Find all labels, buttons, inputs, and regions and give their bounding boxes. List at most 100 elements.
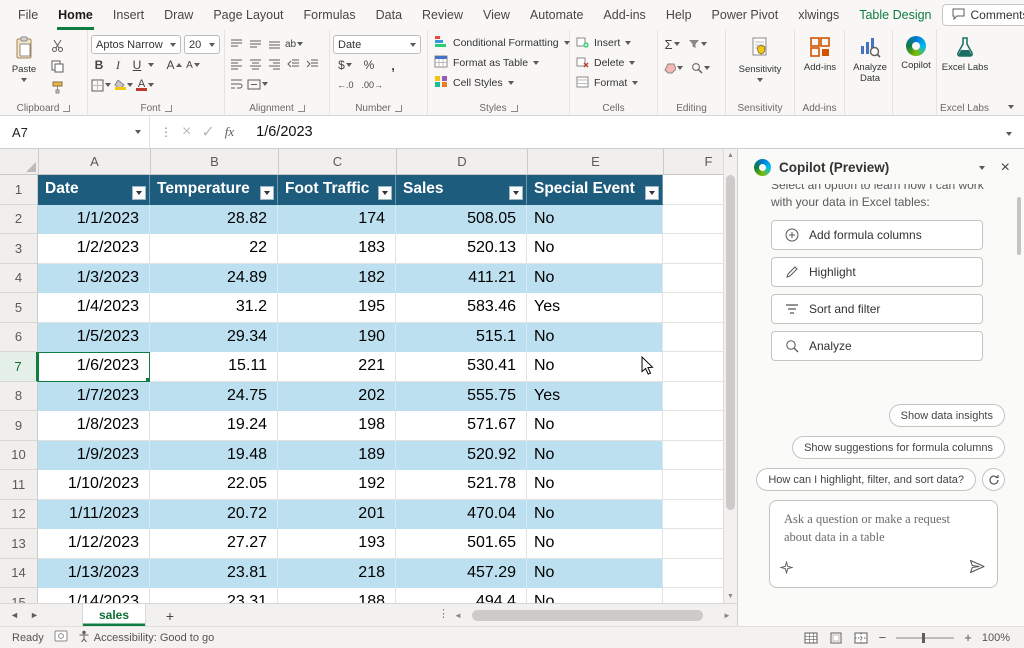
expand-formula-bar-icon[interactable]	[1006, 132, 1012, 136]
table-header-foot-traffic[interactable]: Foot Traffic	[278, 175, 396, 205]
cell-C12[interactable]: 201	[278, 500, 396, 530]
cell-A7[interactable]: 1/6/2023	[38, 352, 150, 382]
cell-D12[interactable]: 470.04	[396, 500, 527, 530]
cell-B2[interactable]: 28.82	[150, 205, 278, 235]
cell-D5[interactable]: 583.46	[396, 293, 527, 323]
align-center-button[interactable]	[247, 55, 263, 73]
zoom-in-button[interactable]: +	[964, 630, 972, 645]
zoom-slider-thumb[interactable]	[922, 633, 925, 643]
row-header-10[interactable]: 10	[0, 441, 38, 471]
scroll-down-icon[interactable]: ▼	[724, 593, 737, 600]
row-header-11[interactable]: 11	[0, 470, 38, 500]
name-box[interactable]: A7	[0, 116, 150, 148]
cell-D2[interactable]: 508.05	[396, 205, 527, 235]
ribbon-tab-view[interactable]: View	[473, 0, 520, 30]
copilot-input-box[interactable]: Ask a question or make a request about d…	[769, 500, 998, 588]
comma-style-button[interactable]: ,	[385, 56, 401, 74]
page-break-view-icon[interactable]	[854, 631, 869, 645]
row-header-13[interactable]: 13	[0, 529, 38, 559]
increase-font-button[interactable]: A	[166, 56, 182, 74]
table-header-sales[interactable]: Sales	[396, 175, 527, 205]
decrease-font-button[interactable]: A	[185, 56, 201, 74]
sensitivity-button[interactable]: Sensitivity	[729, 33, 791, 85]
ribbon-tab-add-ins[interactable]: Add-ins	[593, 0, 655, 30]
tab-bar-grip[interactable]: ⋮	[438, 607, 449, 620]
increase-indent-button[interactable]	[304, 55, 320, 73]
cell-C10[interactable]: 189	[278, 441, 396, 471]
autosum-button[interactable]: Σ	[664, 35, 680, 53]
formula-input[interactable]: 1/6/2023	[244, 124, 1006, 140]
vertical-scrollbar[interactable]: ▲ ▼	[723, 149, 737, 603]
prev-sheet-icon[interactable]: ◄	[10, 604, 19, 626]
row-header-4[interactable]: 4	[0, 264, 38, 294]
comments-button[interactable]: Comments	[942, 4, 1024, 26]
copy-button[interactable]	[49, 57, 65, 75]
vertical-scrollbar-thumb[interactable]	[726, 175, 735, 510]
cell-B13[interactable]: 27.27	[150, 529, 278, 559]
cell-C11[interactable]: 192	[278, 470, 396, 500]
refresh-suggestions-button[interactable]	[982, 468, 1005, 491]
select-all-button[interactable]	[0, 149, 39, 174]
table-header-date[interactable]: Date	[38, 175, 150, 205]
cell-B14[interactable]: 23.81	[150, 559, 278, 589]
send-icon[interactable]	[969, 559, 985, 579]
panel-chevron-down-icon[interactable]	[979, 166, 985, 170]
bold-button[interactable]: B	[91, 56, 107, 74]
cell-C2[interactable]: 174	[278, 205, 396, 235]
cell-C13[interactable]: 193	[278, 529, 396, 559]
cell-E14[interactable]: No	[527, 559, 663, 589]
addins-button[interactable]: Add-ins	[798, 33, 842, 77]
panel-scrollbar-thumb[interactable]	[1017, 197, 1021, 255]
cell-C3[interactable]: 183	[278, 234, 396, 264]
paste-button[interactable]: Paste	[3, 33, 45, 96]
row-header-8[interactable]: 8	[0, 382, 38, 412]
suggestion-highlight-filter-sort[interactable]: How can I highlight, filter, and sort da…	[756, 468, 976, 491]
cell-D8[interactable]: 555.75	[396, 382, 527, 412]
row-header-12[interactable]: 12	[0, 500, 38, 530]
cell-E7[interactable]: No	[527, 352, 663, 382]
macro-record-icon[interactable]	[54, 630, 68, 645]
copilot-ribbon-button[interactable]: Copilot	[896, 33, 936, 75]
cell-B8[interactable]: 24.75	[150, 382, 278, 412]
ribbon-tab-home[interactable]: Home	[48, 0, 103, 30]
cell-D7[interactable]: 530.41	[396, 352, 527, 382]
column-header-E[interactable]: E	[528, 149, 664, 174]
enter-icon[interactable]: ✓	[201, 122, 214, 142]
cell-C4[interactable]: 182	[278, 264, 396, 294]
format-cells-button[interactable]: Format	[576, 73, 654, 93]
option-highlight[interactable]: Highlight	[771, 257, 983, 287]
conditional-formatting-button[interactable]: Conditional Formatting	[434, 33, 566, 53]
column-header-C[interactable]: C	[279, 149, 397, 174]
ribbon-tab-table-design[interactable]: Table Design	[849, 0, 941, 30]
suggestion-show-data-insights[interactable]: Show data insights	[889, 404, 1005, 427]
filter-dropdown-icon[interactable]	[260, 186, 274, 200]
option-sort-and-filter[interactable]: Sort and filter	[771, 294, 983, 324]
cell-E8[interactable]: Yes	[527, 382, 663, 412]
cell-A14[interactable]: 1/13/2023	[38, 559, 150, 589]
cell-C7[interactable]: 221	[278, 352, 396, 382]
cell-D10[interactable]: 520.92	[396, 441, 527, 471]
table-header-temperature[interactable]: Temperature	[150, 175, 278, 205]
row-header-5[interactable]: 5	[0, 293, 38, 323]
cell-E15[interactable]: No	[527, 588, 663, 603]
cell-A10[interactable]: 1/9/2023	[38, 441, 150, 471]
delete-cells-button[interactable]: Delete	[576, 53, 654, 73]
italic-button[interactable]: I	[110, 56, 126, 74]
ribbon-tab-insert[interactable]: Insert	[103, 0, 154, 30]
cell-B4[interactable]: 24.89	[150, 264, 278, 294]
row-header-15[interactable]: 15	[0, 588, 38, 603]
cell-B6[interactable]: 29.34	[150, 323, 278, 353]
cell-A15[interactable]: 1/14/2023	[38, 588, 150, 603]
merge-center-button[interactable]	[247, 75, 268, 93]
formula-bar-grip[interactable]: ⋮	[160, 125, 172, 139]
cell-E5[interactable]: Yes	[527, 293, 663, 323]
borders-button[interactable]	[91, 76, 111, 94]
cell-E6[interactable]: No	[527, 323, 663, 353]
next-sheet-icon[interactable]: ►	[30, 604, 39, 626]
cell-E10[interactable]: No	[527, 441, 663, 471]
dialog-launcher-icon[interactable]	[63, 105, 70, 112]
format-painter-button[interactable]	[49, 78, 65, 96]
dialog-launcher-icon[interactable]	[395, 105, 402, 112]
prompt-suggestions-icon[interactable]	[780, 561, 793, 579]
align-middle-button[interactable]	[247, 35, 263, 53]
